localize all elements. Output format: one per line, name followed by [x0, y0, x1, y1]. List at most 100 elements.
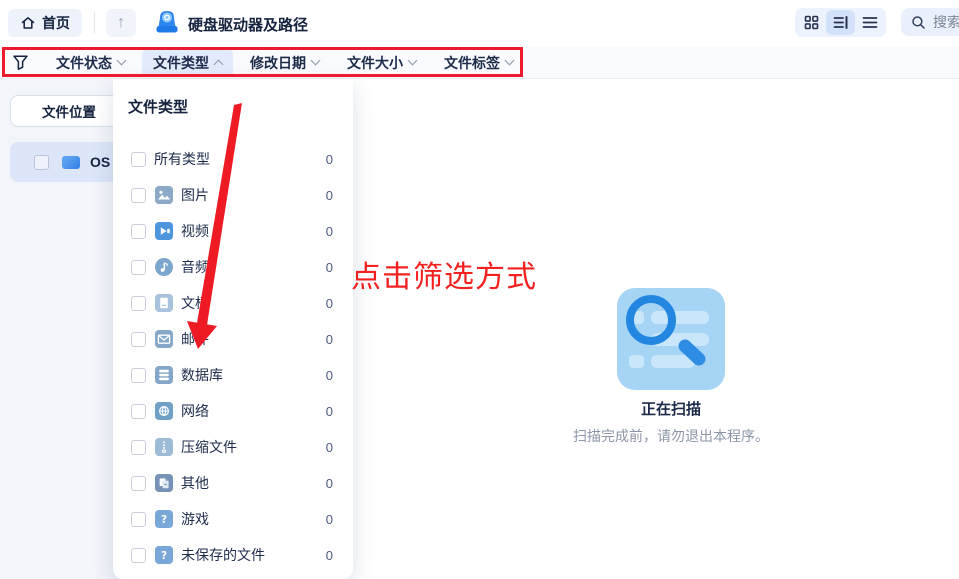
- file-type-item-压缩文件[interactable]: 压缩文件 0: [113, 429, 353, 465]
- file-type-item-网络[interactable]: 网络 0: [113, 393, 353, 429]
- game-icon: ?: [155, 510, 173, 528]
- file-type-count: 0: [326, 440, 333, 455]
- file-type-count: 0: [326, 260, 333, 275]
- file-type-label: 文档: [181, 293, 209, 313]
- chevron-icon: [214, 60, 224, 70]
- file-type-count: 0: [326, 152, 333, 167]
- filter-bar: 文件状态 文件类型 修改日期 文件大小 文件标签: [0, 47, 959, 79]
- file-type-checkbox[interactable]: [131, 260, 146, 275]
- list-view-button[interactable]: [855, 10, 884, 35]
- file-type-checkbox[interactable]: [131, 188, 146, 203]
- file-type-count: 0: [326, 296, 333, 311]
- file-type-count: 0: [326, 548, 333, 563]
- page-title: 硬盘驱动器及路径: [188, 14, 308, 35]
- file-type-item-音频[interactable]: 音频 0: [113, 249, 353, 285]
- filter-label: 文件状态: [56, 53, 112, 73]
- home-button[interactable]: 首页: [8, 9, 82, 37]
- topbar-divider: [94, 12, 95, 34]
- search-placeholder: 搜索: [933, 12, 959, 32]
- file-type-label: 音频: [181, 257, 209, 277]
- file-type-item-图片[interactable]: 图片 0: [113, 177, 353, 213]
- file-type-checkbox[interactable]: [131, 512, 146, 527]
- file-type-checkbox[interactable]: [131, 224, 146, 239]
- file-type-label: 网络: [181, 401, 209, 421]
- file-type-count: 0: [326, 368, 333, 383]
- file-type-item-邮件[interactable]: 邮件 0: [113, 321, 353, 357]
- filter-dropdown-文件标签[interactable]: 文件标签: [433, 50, 524, 76]
- network-icon: [155, 402, 173, 420]
- app-icon: [152, 8, 182, 36]
- svg-text:?: ?: [161, 514, 167, 526]
- file-type-label: 未保存的文件: [181, 545, 265, 565]
- file-type-count: 0: [326, 476, 333, 491]
- video-icon: [155, 222, 173, 240]
- funnel-filter-icon: [12, 54, 29, 71]
- search-input[interactable]: 搜索: [901, 8, 959, 36]
- file-type-count: 0: [326, 404, 333, 419]
- file-type-list: 所有类型 0 图片 0 视频 0 音频 0 文档 0 邮件 0 数据库 0: [113, 141, 353, 573]
- file-type-item-所有类型[interactable]: 所有类型 0: [113, 141, 353, 177]
- filter-dropdown-修改日期[interactable]: 修改日期: [239, 50, 330, 76]
- file-type-label: 压缩文件: [181, 437, 237, 457]
- chevron-icon: [117, 56, 127, 66]
- archive-icon: [155, 438, 173, 456]
- other-icon: [155, 474, 173, 492]
- file-type-checkbox[interactable]: [131, 548, 146, 563]
- file-type-item-视频[interactable]: 视频 0: [113, 213, 353, 249]
- magnifier-ring: [626, 295, 676, 345]
- chevron-icon: [408, 56, 418, 66]
- list-view-icon: [862, 15, 878, 30]
- top-bar: 首页 ↑ 硬盘驱动器及路径: [0, 0, 959, 47]
- view-toggle-group: [795, 8, 886, 37]
- filter-label: 文件标签: [444, 53, 500, 73]
- detail-list-view-button[interactable]: [826, 10, 855, 35]
- audio-icon: [155, 258, 173, 276]
- file-type-checkbox[interactable]: [131, 152, 146, 167]
- file-type-item-未保存的文件[interactable]: ? 未保存的文件 0: [113, 537, 353, 573]
- tab-file-location[interactable]: 文件位置: [10, 95, 128, 127]
- file-type-item-数据库[interactable]: 数据库 0: [113, 357, 353, 393]
- file-type-checkbox[interactable]: [131, 440, 146, 455]
- filter-dropdown-文件大小[interactable]: 文件大小: [336, 50, 427, 76]
- file-type-label: 邮件: [181, 329, 209, 349]
- scan-status-subtitle: 扫描完成前，请勿退出本程序。: [491, 426, 851, 446]
- file-type-label: 图片: [181, 185, 209, 205]
- main-content: [250, 79, 959, 579]
- file-type-checkbox[interactable]: [131, 368, 146, 383]
- file-type-item-游戏[interactable]: ? 游戏 0: [113, 501, 353, 537]
- file-type-checkbox[interactable]: [131, 332, 146, 347]
- chevron-icon: [505, 56, 515, 66]
- file-type-checkbox[interactable]: [131, 476, 146, 491]
- image-icon: [155, 186, 173, 204]
- navigate-up-button[interactable]: ↑: [106, 9, 136, 37]
- mail-icon: [155, 330, 173, 348]
- filter-dropdown-文件状态[interactable]: 文件状态: [45, 50, 136, 76]
- filter-label: 文件大小: [347, 53, 403, 73]
- file-type-checkbox[interactable]: [131, 404, 146, 419]
- file-type-item-文档[interactable]: 文档 0: [113, 285, 353, 321]
- filter-label: 修改日期: [250, 53, 306, 73]
- grid-view-button[interactable]: [797, 10, 826, 35]
- file-type-label: 游戏: [181, 509, 209, 529]
- detail-list-view-icon: [833, 15, 849, 30]
- home-label: 首页: [42, 13, 70, 33]
- drive-icon: [62, 156, 80, 169]
- filter-label: 文件类型: [153, 53, 209, 73]
- file-type-label: 所有类型: [154, 149, 210, 169]
- document-icon: [155, 294, 173, 312]
- drive-checkbox[interactable]: [34, 155, 49, 170]
- search-icon: [911, 15, 926, 30]
- file-type-label: 其他: [181, 473, 209, 493]
- grid-view-icon: [804, 15, 819, 30]
- file-type-item-其他[interactable]: 其他 0: [113, 465, 353, 501]
- file-type-count: 0: [326, 512, 333, 527]
- file-type-count: 0: [326, 224, 333, 239]
- file-type-dropdown-panel: 文件类型 所有类型 0 图片 0 视频 0 音频 0 文档 0 邮件 0: [113, 79, 353, 579]
- up-arrow-icon: ↑: [117, 14, 125, 32]
- file-type-label: 视频: [181, 221, 209, 241]
- filter-dropdown-文件类型[interactable]: 文件类型: [142, 50, 233, 76]
- file-type-count: 0: [326, 188, 333, 203]
- database-icon: [155, 366, 173, 384]
- chevron-icon: [311, 56, 321, 66]
- file-type-checkbox[interactable]: [131, 296, 146, 311]
